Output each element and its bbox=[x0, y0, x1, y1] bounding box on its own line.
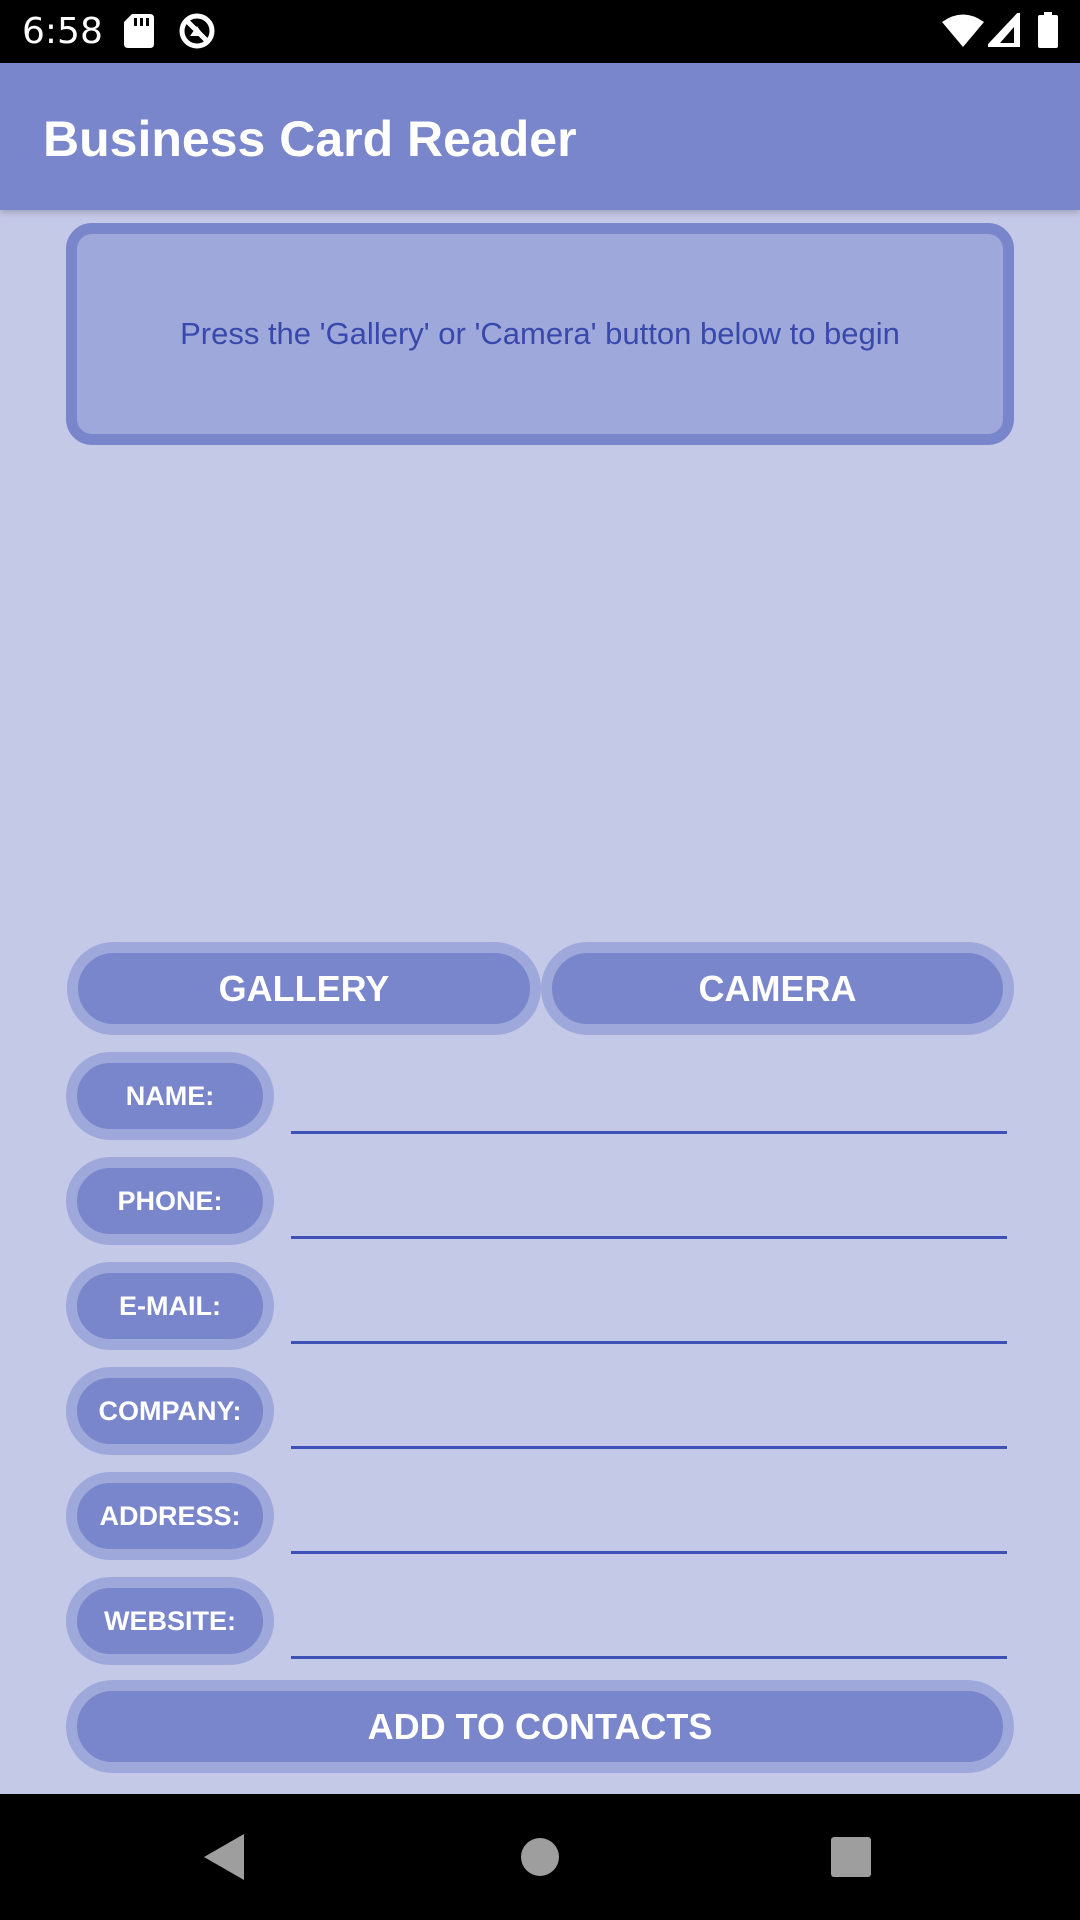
battery-icon bbox=[1038, 12, 1058, 53]
add-to-contacts-label: ADD TO CONTACTS bbox=[367, 1705, 713, 1747]
instruction-text: Press the 'Gallery' or 'Camera' button b… bbox=[180, 316, 900, 351]
email-label-text: E-MAIL: bbox=[119, 1290, 221, 1321]
wifi-icon bbox=[942, 13, 984, 52]
back-icon[interactable] bbox=[204, 1834, 244, 1885]
phone-input[interactable] bbox=[291, 1179, 1007, 1239]
name-label: NAME: bbox=[66, 1052, 274, 1140]
company-input[interactable] bbox=[291, 1389, 1007, 1449]
company-label-text: COMPANY: bbox=[98, 1395, 242, 1426]
app-title: Business Card Reader bbox=[43, 111, 577, 167]
gallery-button-label: GALLERY bbox=[218, 967, 390, 1009]
sync-icon bbox=[178, 12, 216, 55]
navigation-bar bbox=[0, 1794, 1080, 1920]
website-label-text: WEBSITE: bbox=[104, 1605, 236, 1636]
camera-button-label: CAMERA bbox=[698, 967, 857, 1009]
add-to-contacts-button[interactable]: ADD TO CONTACTS bbox=[66, 1680, 1014, 1773]
status-bar: 6:58 bbox=[0, 0, 1080, 63]
app-bar: Business Card Reader bbox=[0, 63, 1080, 210]
phone-label: PHONE: bbox=[66, 1157, 274, 1245]
status-time: 6:58 bbox=[22, 11, 103, 52]
home-icon[interactable] bbox=[520, 1837, 560, 1882]
email-label: E-MAIL: bbox=[66, 1262, 274, 1350]
gallery-button[interactable]: GALLERY bbox=[67, 942, 541, 1035]
camera-button[interactable]: CAMERA bbox=[541, 942, 1014, 1035]
name-input[interactable] bbox=[291, 1074, 1007, 1134]
address-label: ADDRESS: bbox=[66, 1472, 274, 1560]
name-label-text: NAME: bbox=[125, 1080, 215, 1111]
recents-icon[interactable] bbox=[831, 1837, 871, 1882]
phone-label-text: PHONE: bbox=[117, 1185, 223, 1216]
address-input[interactable] bbox=[291, 1494, 1007, 1554]
sd-card-icon bbox=[124, 14, 154, 53]
company-label: COMPANY: bbox=[66, 1367, 274, 1455]
email-input[interactable] bbox=[291, 1284, 1007, 1344]
instruction-panel: Press the 'Gallery' or 'Camera' button b… bbox=[66, 223, 1014, 445]
address-label-text: ADDRESS: bbox=[99, 1500, 241, 1531]
signal-icon bbox=[983, 7, 1022, 52]
website-label: WEBSITE: bbox=[66, 1577, 274, 1665]
website-input[interactable] bbox=[291, 1599, 1007, 1659]
